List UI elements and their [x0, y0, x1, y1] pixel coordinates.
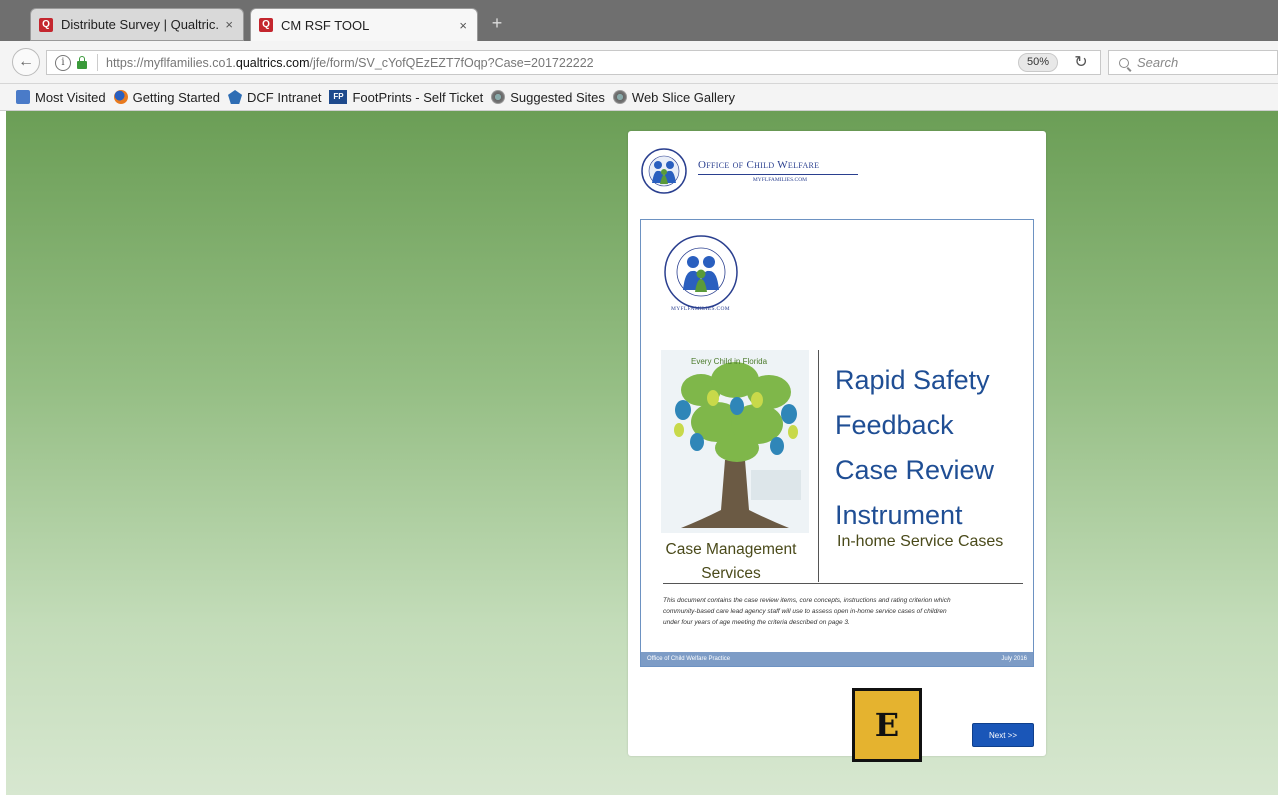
tree-illustration-icon: Every Child in Florida [661, 350, 809, 533]
browser-tab-bar: Q Distribute Survey | Qualtric... × Q CM… [0, 0, 1278, 41]
footer-left: Office of Child Welfare Practice [647, 656, 731, 662]
divider-horizontal [663, 583, 1023, 584]
search-box[interactable]: Search [1108, 50, 1278, 75]
footer-right: July 2016 [1001, 656, 1027, 662]
caption-line: Case Management [665, 541, 797, 558]
bookmark-getting-started[interactable]: Getting Started [113, 89, 221, 105]
bookmark-label: Web Slice Gallery [631, 89, 735, 105]
url-bar[interactable]: i https://myflfamilies.co1. qualtrics.com… [46, 50, 1101, 75]
survey-page-background: Office of Child Welfare MYFLFAMILIES.COM… [6, 111, 1278, 795]
zoom-indicator[interactable]: 50% [1018, 53, 1058, 72]
org-name: Office of Child Welfare [698, 159, 820, 171]
tab-cm-rsf-tool[interactable]: Q CM RSF TOOL × [250, 8, 478, 41]
case-management-caption: Case Management Services [647, 538, 815, 586]
qualtrics-favicon-icon: Q [259, 18, 273, 32]
bookmark-footprints[interactable]: FP FootPrints - Self Ticket [329, 90, 483, 105]
office-of-child-welfare-header: Office of Child Welfare MYFLFAMILIES.COM [640, 147, 880, 199]
url-separator [97, 54, 98, 71]
dcf-seal-icon [664, 235, 738, 309]
cover-page-image: MYFLFAMILIES.COM Every Child in Florida … [640, 219, 1034, 667]
divider-vertical [818, 350, 819, 582]
next-button[interactable]: Next >> [972, 723, 1034, 747]
survey-card: Office of Child Welfare MYFLFAMILIES.COM… [628, 131, 1046, 762]
annotation-marker: E [852, 688, 922, 762]
cover-footer: Office of Child Welfare Practice July 20… [641, 652, 1033, 666]
title-line: Instrument [835, 500, 963, 530]
document-description: This document contains the case review i… [663, 597, 951, 626]
bookmark-label: Getting Started [132, 89, 221, 105]
document-title: Rapid Safety Feedback Case Review Instru… [835, 358, 1025, 538]
seal-website: MYFLFAMILIES.COM [671, 306, 730, 312]
bookmark-suggested-sites[interactable]: Suggested Sites [491, 90, 605, 105]
title-line: Case Review [835, 455, 995, 485]
header-rule [698, 174, 858, 175]
close-tab-icon[interactable]: × [225, 17, 233, 32]
bookmark-dcf-intranet[interactable]: DCF Intranet [228, 90, 321, 105]
info-icon[interactable]: i [55, 54, 71, 71]
tab-title: Distribute Survey | Qualtric... [61, 17, 220, 32]
globe-icon [612, 90, 627, 104]
bookmark-most-visited[interactable]: Most Visited [16, 90, 106, 105]
bookmark-web-slice-gallery[interactable]: Web Slice Gallery [612, 89, 735, 105]
back-arrow-icon[interactable]: ← [12, 48, 40, 76]
bookmark-label: Suggested Sites [510, 89, 605, 105]
footprints-icon: FP [329, 90, 348, 104]
document-subtitle: In-home Service Cases [837, 533, 1004, 550]
url-prefix: https://myflfamilies.co1. [106, 55, 236, 70]
reload-icon[interactable]: ↻ [1070, 53, 1092, 73]
search-icon [1119, 57, 1129, 68]
org-website: MYFLFAMILIES.COM [752, 177, 808, 183]
bookmark-label: Most Visited [35, 89, 106, 105]
new-tab-button[interactable]: + [486, 12, 508, 34]
bookmarks-folder-icon [16, 90, 30, 104]
dcf-logo-icon [228, 90, 243, 104]
navigation-toolbar: ← i https://myflfamilies.co1. qualtrics.c… [0, 41, 1278, 84]
close-tab-icon[interactable]: × [459, 18, 467, 33]
bookmark-label: DCF Intranet [247, 89, 322, 105]
globe-icon [491, 90, 506, 104]
bookmark-label: FootPrints - Self Ticket [352, 89, 484, 105]
tab-distribute-survey[interactable]: Q Distribute Survey | Qualtric... × [30, 8, 244, 41]
qualtrics-favicon-icon: Q [39, 17, 53, 32]
lock-icon [77, 55, 87, 69]
url-path: /jfe/form/SV_cYofQEzEZT7fOqp?Case=201722… [309, 55, 594, 70]
tree-caption: Every Child in Florida [691, 357, 768, 366]
url-host: qualtrics.com [235, 55, 310, 70]
title-line: Feedback [835, 410, 954, 440]
bookmarks-toolbar: Most Visited Getting Started DCF Intrane… [0, 84, 1278, 111]
firefox-icon [113, 90, 128, 104]
tab-title: CM RSF TOOL [281, 17, 370, 33]
search-placeholder: Search [1137, 55, 1179, 70]
title-line: Rapid Safety [835, 365, 990, 395]
dcf-seal-icon [641, 148, 687, 194]
